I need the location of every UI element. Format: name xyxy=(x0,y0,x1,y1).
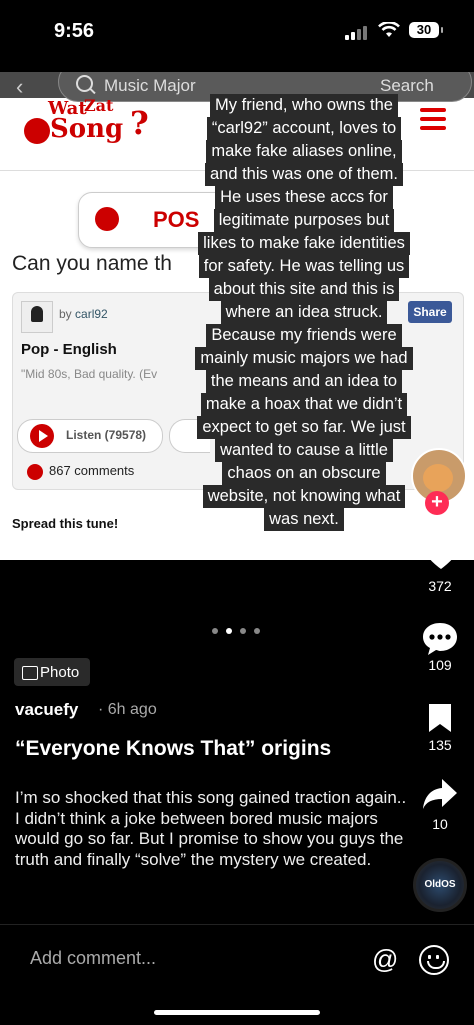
battery-icon: 30 xyxy=(409,22,443,38)
photo-icon xyxy=(22,666,38,680)
comment-input[interactable]: Add comment... xyxy=(30,948,156,969)
photo-badge: Photo xyxy=(14,658,90,686)
avatar xyxy=(21,301,53,333)
emoji-icon[interactable] xyxy=(419,945,449,975)
post-description[interactable]: I’m so shocked that this song gained tra… xyxy=(15,788,415,871)
bookmark-icon[interactable] xyxy=(427,702,453,734)
caption-line: chaos on an obscure xyxy=(222,462,386,485)
post-time: · 6h ago xyxy=(98,701,157,718)
like-count: 372 xyxy=(428,578,452,594)
caption-line: website, not knowing what xyxy=(202,485,406,508)
caption-line: about this site and this is xyxy=(208,278,400,301)
signal-icon xyxy=(345,24,371,40)
home-indicator xyxy=(154,1010,320,1015)
site-search-input: Music Major xyxy=(104,76,196,95)
caption-line: He uses these accs for xyxy=(215,186,393,209)
wifi-icon xyxy=(378,21,400,43)
site-heading: Can you name th xyxy=(12,252,172,275)
spread-label: Spread this tune! xyxy=(12,516,119,531)
caption-line: for safety. He was telling us xyxy=(198,255,410,278)
caption-line: My friend, who owns the xyxy=(210,94,398,117)
post-title: “Everyone Knows That” origins xyxy=(15,737,332,760)
music-disc-icon[interactable]: OldOS xyxy=(413,858,467,912)
caption-line: likes to make fake identities xyxy=(198,232,410,255)
share-count: 10 xyxy=(432,816,448,832)
carousel-dots xyxy=(212,628,262,636)
share-icon[interactable] xyxy=(422,778,458,810)
caption-line: mainly music majors we had xyxy=(195,347,413,370)
user-link: carl92 xyxy=(75,307,108,321)
song-description: "Mid 80s, Bad quality. (Ev xyxy=(21,367,158,381)
caption-line: Because my friends were xyxy=(206,324,402,347)
caption-overlay: My friend, who owns the “carl92” account,… xyxy=(180,94,428,531)
posted-by: by carl92 xyxy=(59,307,108,321)
mention-icon[interactable]: @ xyxy=(372,944,398,975)
site-search-button: Search xyxy=(380,76,434,95)
listen-button: Listen (79578) xyxy=(17,419,163,453)
caption-line: was next. xyxy=(264,508,344,531)
caption-line: and this was one of them. xyxy=(204,163,404,186)
caption-line: expect to get so far. We just xyxy=(197,416,411,439)
comment-count: 867 comments xyxy=(27,463,134,480)
divider xyxy=(0,924,474,925)
caption-line: where an idea struck. xyxy=(220,301,388,324)
caption-line: “carl92” account, loves to xyxy=(206,117,402,140)
caption-line: the means and an idea to xyxy=(205,370,403,393)
watzatsong-logo: Wat Zat Song ? xyxy=(22,94,152,150)
comment-icon[interactable] xyxy=(422,621,458,655)
save-count: 135 xyxy=(428,737,452,753)
follow-button[interactable]: + xyxy=(425,491,449,515)
username[interactable]: vacuefy xyxy=(15,700,78,720)
caption-line: legitimate purposes but xyxy=(213,209,395,232)
comment-count-sidebar: 109 xyxy=(428,657,452,673)
caption-line: wanted to cause a little xyxy=(215,439,393,462)
like-icon[interactable] xyxy=(424,540,458,570)
search-icon xyxy=(76,75,93,92)
clock: 9:56 xyxy=(54,20,95,42)
comment-icon xyxy=(27,463,43,480)
caption-line: make a hoax that we didn’t xyxy=(200,393,408,416)
genre-label: Pop - English xyxy=(21,341,117,358)
play-icon xyxy=(30,424,54,448)
microphone-icon xyxy=(95,207,119,231)
caption-line: make fake aliases online, xyxy=(206,140,402,163)
status-bar: 9:56 30 xyxy=(0,0,474,64)
